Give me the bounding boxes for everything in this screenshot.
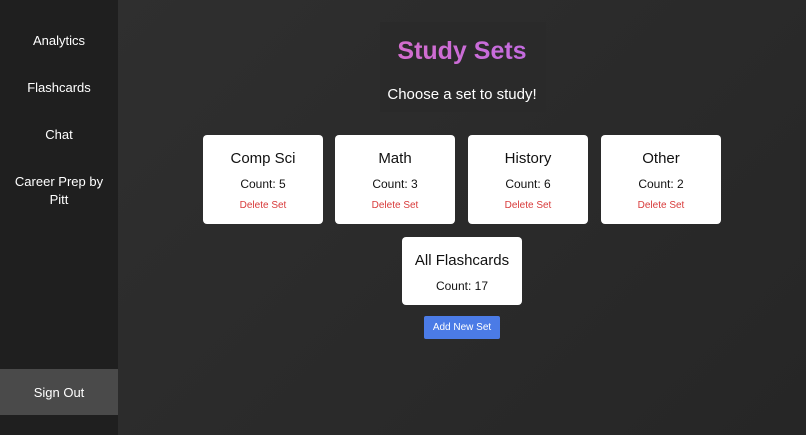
set-card-math[interactable]: Math Count: 3 Delete Set [335,135,455,224]
set-name: All Flashcards [414,252,510,269]
delete-set-button[interactable]: Delete Set [468,200,588,212]
set-count: Count: 2 [638,177,684,191]
sidebar-item-flashcards[interactable]: Flashcards [0,79,118,97]
delete-set-button[interactable]: Delete Set [203,200,323,212]
sidebar-item-chat[interactable]: Chat [0,126,118,144]
page-title: Study Sets [118,36,806,66]
set-count: Count: 5 [240,177,286,191]
delete-set-button[interactable]: Delete Set [601,200,721,212]
delete-set-button[interactable]: Delete Set [335,200,455,212]
set-card-all-flashcards[interactable]: All Flashcards Count: 17 [402,237,522,305]
sidebar: Analytics Flashcards Chat Career Prep by… [0,0,118,435]
set-count: Count: 3 [372,177,418,191]
app: Analytics Flashcards Chat Career Prep by… [0,0,806,435]
set-name: Other [642,150,680,167]
set-name: History [504,150,552,167]
sidebar-item-career-prep[interactable]: Career Prep by Pitt [0,173,118,209]
page-subtitle: Choose a set to study! [387,86,537,103]
add-new-set-button[interactable]: Add New Set [424,316,500,339]
sign-out-button[interactable]: Sign Out [0,369,118,415]
set-card-comp-sci[interactable]: Comp Sci Count: 5 Delete Set [203,135,323,224]
sidebar-item-analytics[interactable]: Analytics [0,32,118,50]
main-content: Study Sets Choose a set to study! Comp S… [118,0,806,435]
set-count: Count: 6 [505,177,551,191]
set-name: Math [378,150,412,167]
set-card-other[interactable]: Other Count: 2 Delete Set [601,135,721,224]
set-name: Comp Sci [230,150,296,167]
set-card-history[interactable]: History Count: 6 Delete Set [468,135,588,224]
set-count: Count: 17 [435,279,489,293]
